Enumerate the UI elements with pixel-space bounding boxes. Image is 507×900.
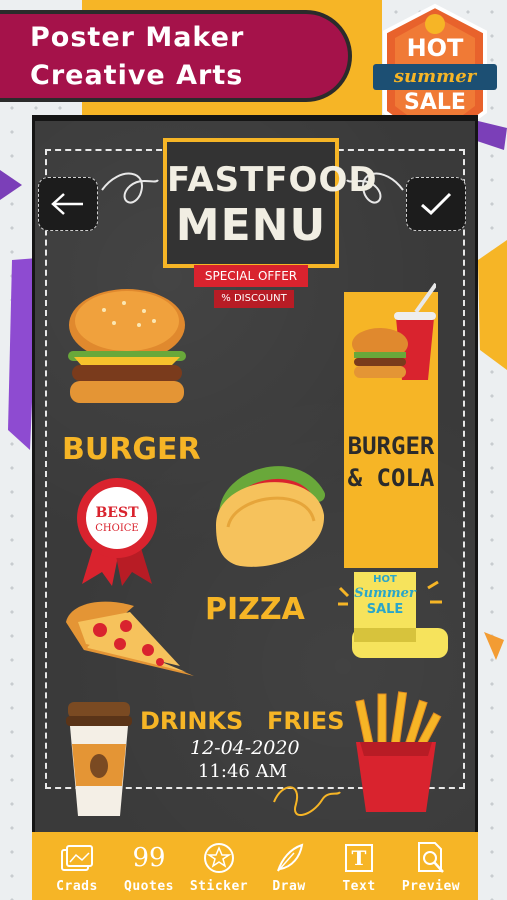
burger-sticker[interactable] [64,285,190,409]
poster-time[interactable]: 11:46 AM [198,761,287,782]
checkmark-icon [421,192,452,216]
tool-draw-label: Draw [272,879,306,894]
coffee-cup-sticker[interactable] [66,700,132,818]
tool-sticker-button[interactable]: Sticker [184,832,254,900]
confirm-button[interactable] [406,177,466,231]
pizza-sticker[interactable] [60,592,200,682]
panel-text-cola: & COLA [347,464,435,492]
fries-label[interactable]: FRIES [267,707,344,735]
quotes-icon: 99 [132,843,166,873]
chalk-swirl-bottom [273,786,341,816]
text-icon: T [345,844,373,872]
taco-sticker[interactable] [206,455,330,575]
sticker-icon [204,843,234,873]
preview-icon [418,842,444,873]
arrow-left-icon [51,193,83,215]
bottom-toolbar: Crads 99 Quotes Sticker Draw T Text Prev… [32,832,478,900]
burger-cola-sticker [352,282,436,380]
badge-hot-text: HOT [406,34,464,62]
panel-text-burger: BURGER [347,432,435,460]
title-fastfood: FASTFOOD [167,160,378,200]
sticker-sale-text: SALE [366,602,404,617]
tool-cards-button[interactable]: Crads [42,832,112,900]
title-menu: MENU [175,200,327,251]
burger-label[interactable]: BURGER [62,432,201,467]
sticker-summer-text: Summer [354,586,416,601]
cards-icon [61,845,93,871]
chalk-swirl-left [101,172,159,204]
tool-quotes-button[interactable]: 99 Quotes [114,832,184,900]
best-choice-text-2: CHOICE [95,523,139,534]
decor-shapes-right [474,120,507,660]
tool-sticker-label: Sticker [189,879,249,894]
app-title-line1: Poster Maker [30,22,245,53]
drinks-label[interactable]: DRINKS [140,707,243,735]
tool-preview-button[interactable]: Preview [396,832,466,900]
back-button[interactable] [38,177,98,231]
tool-cards-label: Crads [56,879,98,894]
badge-summer-text: summer [393,66,477,87]
best-choice-text-1: BEST [95,505,139,521]
poster-date[interactable]: 12-04-2020 [190,737,300,759]
tool-text-button[interactable]: T Text [324,832,394,900]
feather-icon [277,843,304,872]
tool-preview-label: Preview [401,879,461,894]
badge-sale-text: SALE [404,90,466,115]
special-offer-ribbon[interactable]: SPECIAL OFFER [194,265,308,287]
app-title-line2: Creative Arts [30,60,244,91]
tool-text-label: Text [342,879,376,894]
tool-quotes-label: Quotes [124,879,174,894]
discount-ribbon[interactable]: % DISCOUNT [214,290,294,308]
fries-sticker[interactable] [350,690,442,814]
sticker-hot-text: HOT [373,574,397,585]
pizza-label[interactable]: PIZZA [205,592,305,627]
app-title-banner: Poster Maker Creative Arts [0,10,352,102]
burger-cola-panel[interactable]: BURGER & COLA [344,282,438,568]
poster-title-box[interactable]: FASTFOOD MENU [163,138,378,268]
tool-draw-button[interactable]: Draw [254,832,324,900]
